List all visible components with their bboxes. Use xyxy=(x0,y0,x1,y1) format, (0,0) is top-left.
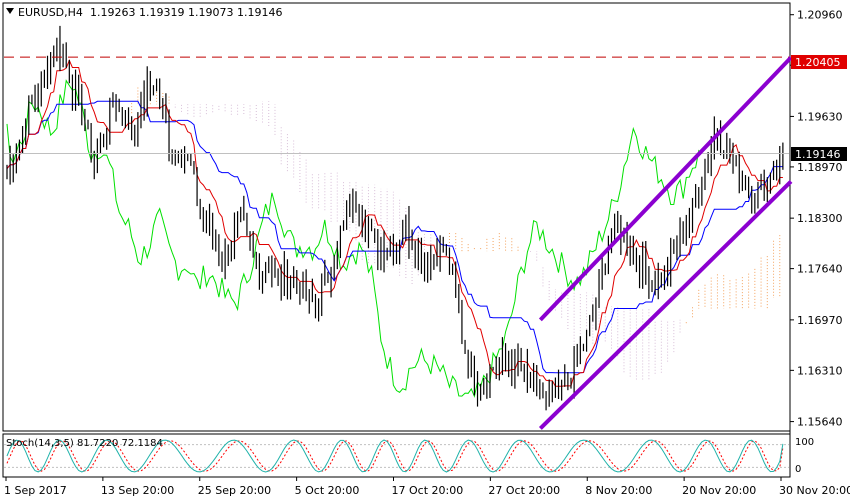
symbol-title: EURUSD,H4 xyxy=(18,6,83,19)
stoch-tick-0: 0 xyxy=(795,464,801,475)
level-price-label: 1.20405 xyxy=(795,56,841,69)
y-tick-label: 1.18970 xyxy=(797,161,843,174)
ohlc-readout: 1.19263 1.19319 1.19073 1.19146 xyxy=(90,6,282,19)
x-tick-label: 8 Nov 20:00 xyxy=(585,484,652,497)
stoch-label: Stoch(14,3,5) 81.7220 72.1184 xyxy=(6,438,163,449)
y-tick-label: 1.15640 xyxy=(797,416,843,429)
mt4-chart[interactable]: 1.209601.203001.196301.189701.183001.176… xyxy=(0,0,850,500)
main-plot-area[interactable] xyxy=(2,2,791,432)
current-price-label: 1.19146 xyxy=(795,148,841,161)
x-tick-label: 20 Nov 20:00 xyxy=(682,484,756,497)
x-tick-label: 25 Sep 20:00 xyxy=(198,484,271,497)
x-tick-label: 1 Sep 2017 xyxy=(4,484,67,497)
y-tick-label: 1.20960 xyxy=(797,9,843,22)
x-tick-label: 17 Oct 20:00 xyxy=(392,484,464,497)
x-tick-label: 5 Oct 20:00 xyxy=(295,484,360,497)
y-tick-label: 1.18300 xyxy=(797,212,843,225)
price-axis: 1.209601.203001.196301.189701.183001.176… xyxy=(790,9,843,429)
y-tick-label: 1.17640 xyxy=(797,263,843,276)
x-tick-label: 30 Nov 20:00 xyxy=(779,484,850,497)
x-tick-label: 13 Sep 20:00 xyxy=(101,484,174,497)
stoch-tick-100: 100 xyxy=(795,437,814,448)
x-tick-label: 27 Oct 20:00 xyxy=(488,484,560,497)
time-axis: 1 Sep 2017 13 Sep 20:00 25 Sep 20:00 5 Oct … xyxy=(4,477,850,497)
y-tick-label: 1.19630 xyxy=(797,110,843,123)
y-tick-label: 1.16310 xyxy=(797,364,843,377)
y-tick-label: 1.16970 xyxy=(797,314,843,327)
